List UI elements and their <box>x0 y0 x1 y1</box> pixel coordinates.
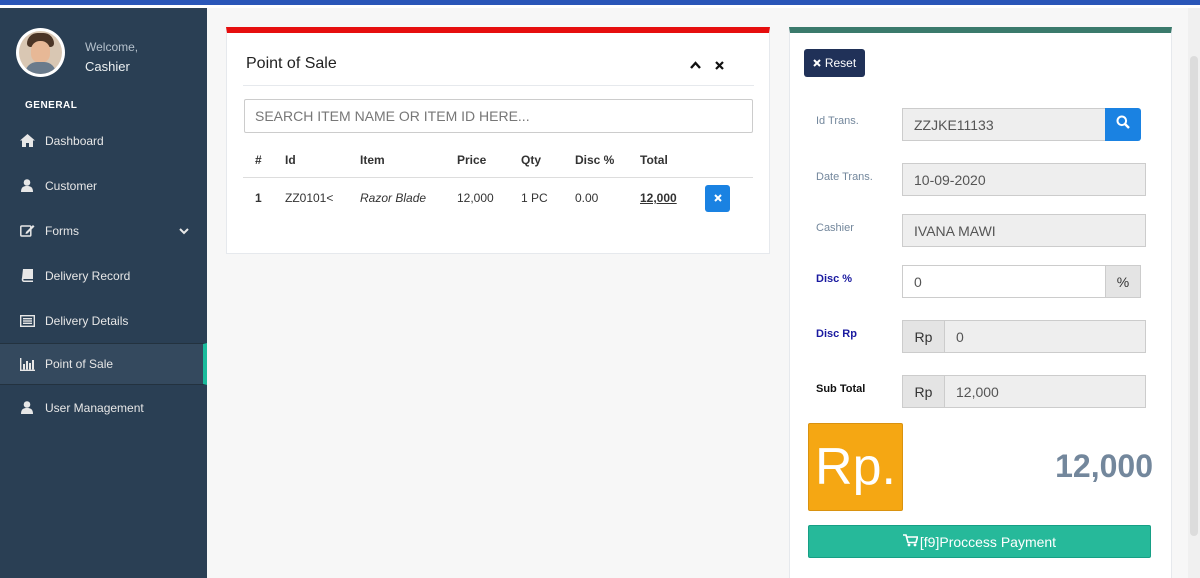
list-icon <box>18 314 36 328</box>
percent-addon: % <box>1105 265 1141 298</box>
remove-item-button[interactable] <box>705 184 730 212</box>
column-header-disc: Disc % <box>563 143 628 178</box>
currency-badge: Rp. <box>808 423 903 511</box>
panel-tools <box>689 59 725 71</box>
avatar[interactable] <box>16 28 65 77</box>
column-header-qty: Qty <box>509 143 563 178</box>
date-trans-label: Date Trans. <box>816 171 873 183</box>
table-header-row: # Id Item Price Qty Disc % Total <box>243 143 753 178</box>
rp-addon: Rp <box>902 375 945 408</box>
column-header-number: # <box>243 143 273 178</box>
book-icon <box>18 269 36 283</box>
sidebar-item-delivery-record[interactable]: Delivery Record <box>0 253 207 298</box>
reset-button[interactable]: Reset <box>804 49 865 77</box>
shopping-cart-icon <box>902 533 919 550</box>
sidebar-item-delivery-details[interactable]: Delivery Details <box>0 298 207 343</box>
row-total: 12,000 <box>640 191 677 206</box>
sidebar-item-customer[interactable]: Customer <box>0 163 207 208</box>
id-trans-label: Id Trans. <box>816 115 859 127</box>
pos-panel: Point of Sale # Id Item Price Qty Disc %… <box>226 27 770 254</box>
top-accent-bar <box>0 0 1200 8</box>
item-search-input[interactable] <box>244 99 753 133</box>
date-trans-field[interactable]: 10-09-2020 <box>902 163 1146 196</box>
cashier-label: Cashier <box>816 222 854 234</box>
collapse-icon[interactable] <box>689 59 701 71</box>
sidebar-item-user-management[interactable]: User Management <box>0 385 207 430</box>
disc-rp-field[interactable]: 0 <box>944 320 1146 353</box>
search-transaction-button[interactable] <box>1105 108 1141 141</box>
row-disc: 0.00 <box>575 191 599 206</box>
sidebar-item-label: Customer <box>45 178 98 193</box>
divider <box>243 85 754 86</box>
close-icon <box>713 191 722 205</box>
close-icon[interactable] <box>713 59 725 71</box>
row-number: 1 <box>255 191 262 206</box>
panel-title: Point of Sale <box>246 55 337 72</box>
grand-total: 12,000 <box>1055 448 1153 484</box>
subtotal-label: Sub Total <box>816 383 866 395</box>
close-icon <box>813 56 821 70</box>
column-header-total: Total <box>628 143 693 178</box>
transaction-panel: Reset Id Trans. ZZJKE11133 Date Trans. 1… <box>789 27 1172 578</box>
welcome-text: Welcome, <box>85 40 139 54</box>
disc-rp-label: Disc Rp <box>816 328 857 340</box>
row-qty: 1 PC <box>521 191 548 206</box>
sidebar-item-label: User Management <box>45 400 144 415</box>
disc-percent-input[interactable]: 0 <box>902 265 1106 298</box>
sidebar-item-point-of-sale[interactable]: Point of Sale <box>0 343 207 385</box>
sidebar-item-dashboard[interactable]: Dashboard <box>0 118 207 163</box>
process-payment-button[interactable]: [f9]Proccess Payment <box>808 525 1151 558</box>
table-row: 1 ZZ0101< Razor Blade 12,000 1 PC 0.00 1… <box>243 177 753 219</box>
reset-label: Reset <box>824 56 857 70</box>
cart-table: # Id Item Price Qty Disc % Total 1 ZZ010… <box>243 143 753 219</box>
bar-chart-icon <box>18 357 36 371</box>
sidebar-item-forms[interactable]: Forms <box>0 208 207 253</box>
column-header-action <box>693 143 753 178</box>
row-price: 12,000 <box>457 191 494 206</box>
home-icon <box>18 134 36 148</box>
row-item-id: ZZ0101< <box>285 191 334 206</box>
row-action <box>693 177 753 219</box>
column-header-id: Id <box>273 143 348 178</box>
id-trans-field[interactable]: ZZJKE11133 <box>902 108 1106 141</box>
section-title: GENERAL <box>25 100 78 111</box>
column-header-item: Item <box>348 143 445 178</box>
disc-percent-label: Disc % <box>816 273 853 285</box>
scrollbar-thumb[interactable] <box>1190 56 1198 536</box>
user-icon <box>18 401 36 415</box>
search-icon <box>1116 115 1130 134</box>
cashier-field[interactable]: IVANA MAWI <box>902 214 1146 247</box>
row-item-name: Razor Blade <box>360 191 427 206</box>
edit-icon <box>18 224 36 238</box>
page-scrollbar[interactable] <box>1188 8 1200 578</box>
sidebar-item-label: Point of Sale <box>45 357 114 371</box>
avatar-image <box>19 31 62 74</box>
column-header-price: Price <box>445 143 509 178</box>
subtotal-field[interactable]: 12,000 <box>944 375 1146 408</box>
sidebar: Welcome, Cashier GENERAL Dashboard Custo… <box>0 8 207 578</box>
chevron-down-icon <box>179 224 189 238</box>
process-payment-label: [f9]Proccess Payment <box>919 533 1057 550</box>
rp-addon: Rp <box>902 320 945 353</box>
sidebar-nav: Dashboard Customer Forms Delivery Record <box>0 118 207 430</box>
sidebar-item-label: Delivery Record <box>45 268 131 283</box>
sidebar-item-label: Delivery Details <box>45 313 129 328</box>
sidebar-item-label: Forms <box>45 223 79 238</box>
username: Cashier <box>85 59 130 74</box>
sidebar-item-label: Dashboard <box>45 133 104 148</box>
user-icon <box>18 179 36 193</box>
